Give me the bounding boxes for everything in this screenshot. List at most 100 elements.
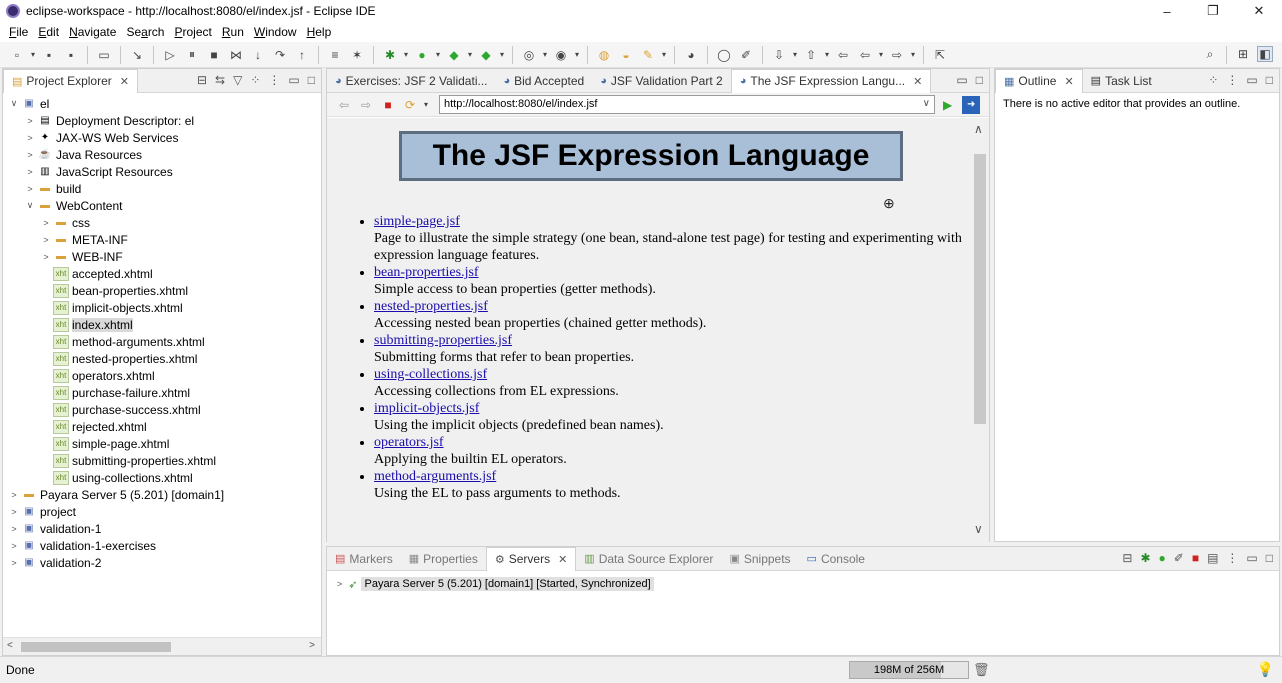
- tree-item[interactable]: xht submitting-properties.xhtml: [3, 452, 321, 469]
- focus-icon[interactable]: ⁘: [250, 73, 260, 87]
- new-dropdown-icon[interactable]: ▾: [29, 47, 37, 63]
- editor-tab[interactable]: ◕ JSF Validation Part 2: [592, 69, 731, 93]
- open-folder-icon[interactable]: ◒: [618, 47, 634, 63]
- expand-icon[interactable]: >: [41, 218, 51, 228]
- close-icon[interactable]: ✕: [1064, 75, 1073, 88]
- open-type-icon[interactable]: ◍: [596, 47, 612, 63]
- profile-server-icon[interactable]: ✐: [1174, 551, 1184, 565]
- pen-icon[interactable]: ✎: [640, 47, 656, 63]
- tree-item[interactable]: xht operators.xhtml: [3, 367, 321, 384]
- expand-icon[interactable]: >: [41, 252, 51, 262]
- minimize-button[interactable]: –: [1144, 0, 1190, 22]
- expand-icon[interactable]: >: [9, 524, 19, 534]
- tab-markers[interactable]: ▤ Markers: [327, 547, 401, 571]
- menu-help[interactable]: Help: [302, 25, 337, 39]
- filter-icon[interactable]: ▽: [233, 73, 242, 87]
- tab-project-explorer[interactable]: ▤ Project Explorer ✕: [3, 68, 138, 93]
- tree-item[interactable]: > ☕ Java Resources: [3, 146, 321, 163]
- tree-item[interactable]: xht rejected.xhtml: [3, 418, 321, 435]
- minimize-icon[interactable]: ▭: [956, 73, 967, 87]
- run-icon[interactable]: ●: [414, 47, 430, 63]
- editor-tab[interactable]: ◕ Bid Accepted: [495, 69, 592, 93]
- search-web-icon[interactable]: ◕: [683, 47, 699, 63]
- close-icon[interactable]: ✕: [913, 75, 922, 88]
- scroll-down-icon[interactable]: ∨: [974, 522, 983, 536]
- forward-icon[interactable]: ⇨: [358, 97, 374, 113]
- coverage-icon[interactable]: ◆: [446, 47, 462, 63]
- page-link[interactable]: method-arguments.jsf: [374, 469, 496, 484]
- java-ee-perspective-icon[interactable]: ◧: [1257, 46, 1273, 62]
- menu-project[interactable]: Project: [169, 25, 216, 39]
- expand-icon[interactable]: >: [9, 541, 19, 551]
- search-icon[interactable]: ⌕: [1202, 46, 1218, 62]
- tree-item[interactable]: xht bean-properties.xhtml: [3, 282, 321, 299]
- scroll-right-icon[interactable]: >: [309, 640, 315, 651]
- external-tools-icon[interactable]: ◆: [478, 47, 494, 63]
- tree-item[interactable]: > ▤ Deployment Descriptor: el: [3, 112, 321, 129]
- expand-icon[interactable]: >: [25, 167, 35, 177]
- save-all-icon[interactable]: ▪: [63, 47, 79, 63]
- close-icon[interactable]: ✕: [558, 553, 567, 566]
- vertical-scrollbar[interactable]: ∧ ∨: [971, 118, 989, 542]
- menu-search[interactable]: Search: [121, 25, 169, 39]
- tree-item[interactable]: > ▣ project: [3, 503, 321, 520]
- maximize-icon[interactable]: □: [308, 73, 315, 87]
- start-server-icon[interactable]: ●: [1159, 551, 1166, 565]
- wand-icon[interactable]: ✶: [349, 47, 365, 63]
- maximize-icon[interactable]: □: [1266, 551, 1273, 565]
- scrollbar-thumb[interactable]: [974, 154, 986, 424]
- tree-item[interactable]: > ▣ validation-2: [3, 554, 321, 571]
- collapse-all-icon[interactable]: ⊟: [1122, 551, 1132, 565]
- page-link[interactable]: nested-properties.jsf: [374, 299, 488, 314]
- menu-run[interactable]: Run: [217, 25, 249, 39]
- menu-navigate[interactable]: Navigate: [64, 25, 121, 39]
- tab-task-list[interactable]: ▤ Task List: [1083, 69, 1160, 93]
- suspend-icon[interactable]: ⏸: [184, 47, 200, 63]
- open-external-browser-icon[interactable]: ➜: [962, 95, 981, 114]
- page-link[interactable]: submitting-properties.jsf: [374, 333, 512, 348]
- collapse-all-icon[interactable]: ⊟: [197, 73, 207, 87]
- console-icon[interactable]: ▭: [96, 47, 112, 63]
- expand-icon[interactable]: >: [41, 235, 51, 245]
- view-menu-icon[interactable]: ⋮: [1226, 551, 1238, 565]
- tree-item[interactable]: > ▬ Payara Server 5 (5.201) [domain1]: [3, 486, 321, 503]
- view-menu-icon[interactable]: ⋮: [268, 73, 280, 87]
- view-menu-icon[interactable]: ⋮: [1226, 73, 1238, 87]
- tree-item[interactable]: > ▣ validation-1-exercises: [3, 537, 321, 554]
- tree-item[interactable]: xht accepted.xhtml: [3, 265, 321, 282]
- tree-item[interactable]: > ▬ css: [3, 214, 321, 231]
- minimize-icon[interactable]: ▭: [1246, 73, 1257, 87]
- chevron-down-icon[interactable]: ∨: [923, 98, 930, 109]
- garbage-collect-icon[interactable]: 🗑: [973, 662, 990, 678]
- new-icon[interactable]: ▫: [9, 47, 25, 63]
- save-icon[interactable]: ▪: [41, 47, 57, 63]
- publish-icon[interactable]: ▤: [1207, 551, 1218, 565]
- open-perspective-icon[interactable]: ⊞: [1235, 46, 1251, 62]
- tab-outline[interactable]: ▦ Outline ✕: [995, 68, 1083, 93]
- expand-icon[interactable]: >: [25, 116, 35, 126]
- scrollbar-thumb[interactable]: [21, 642, 171, 652]
- tree-item[interactable]: xht purchase-failure.xhtml: [3, 384, 321, 401]
- back-icon[interactable]: ⇦: [857, 47, 873, 63]
- collapse-icon[interactable]: ∨: [9, 98, 19, 109]
- expand-icon[interactable]: >: [9, 558, 19, 568]
- expand-icon[interactable]: >: [337, 579, 342, 589]
- menu-window[interactable]: Window: [249, 25, 302, 39]
- go-icon[interactable]: ▶: [943, 98, 952, 112]
- tree-item[interactable]: xht using-collections.xhtml: [3, 469, 321, 486]
- last-edit-icon[interactable]: ⇦: [835, 47, 851, 63]
- globe-icon[interactable]: ◯: [716, 47, 732, 63]
- resume-icon[interactable]: ▷: [162, 47, 178, 63]
- close-button[interactable]: ✕: [1236, 0, 1282, 22]
- maximize-icon[interactable]: □: [1266, 73, 1273, 87]
- page-link[interactable]: using-collections.jsf: [374, 367, 487, 382]
- tree-item[interactable]: > ▥ JavaScript Resources: [3, 163, 321, 180]
- tree-item[interactable]: xht implicit-objects.xhtml: [3, 299, 321, 316]
- scroll-up-icon[interactable]: ∧: [974, 122, 983, 136]
- tree-item[interactable]: xht nested-properties.xhtml: [3, 350, 321, 367]
- close-icon[interactable]: ✕: [120, 75, 129, 88]
- list-icon[interactable]: ≡: [327, 47, 343, 63]
- next-annotation-icon[interactable]: ⇩: [771, 47, 787, 63]
- horizontal-scrollbar[interactable]: < >: [3, 637, 321, 655]
- step-return-icon[interactable]: ↑: [294, 47, 310, 63]
